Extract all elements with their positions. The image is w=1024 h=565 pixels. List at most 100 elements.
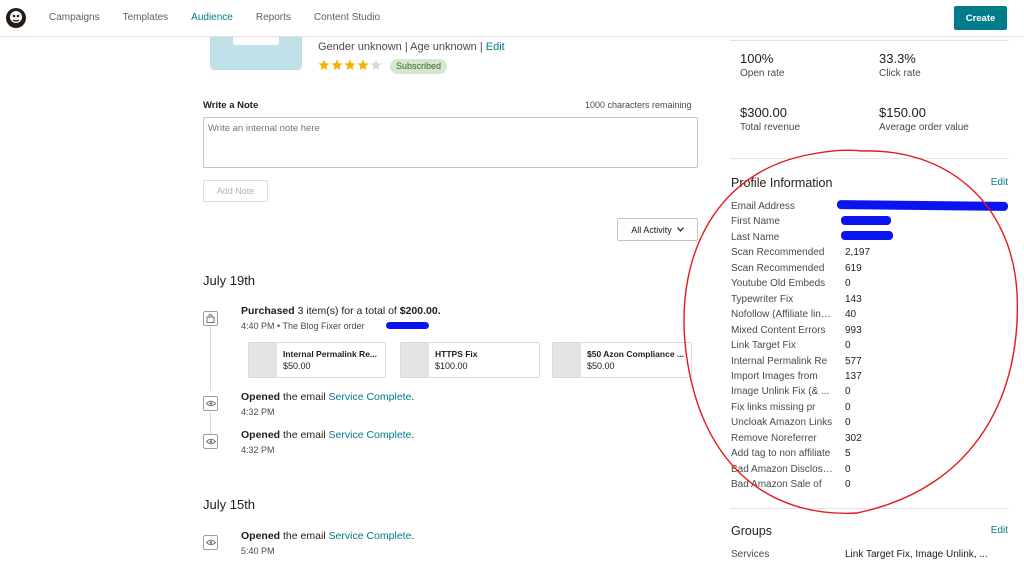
campaign-link[interactable]: Service Complete xyxy=(329,530,412,542)
profile-field-row: Mixed Content Errors 993 xyxy=(731,325,1011,340)
groups-title: Groups xyxy=(731,524,772,538)
timeline-date: July 19th xyxy=(203,273,256,288)
timeline-date: July 15th xyxy=(203,497,256,512)
edit-demographics-link[interactable]: Edit xyxy=(486,41,505,53)
divider xyxy=(730,40,1009,41)
product-name: HTTPS Fix xyxy=(435,349,478,359)
divider xyxy=(730,508,1009,509)
group-value: Link Target Fix, Image Unlink, ... xyxy=(845,549,988,560)
profile-field-label: Link Target Fix xyxy=(731,340,796,352)
open-rate-value: 100% xyxy=(740,51,774,66)
profile-field-value: 5 xyxy=(845,448,851,460)
mailchimp-logo-icon[interactable] xyxy=(4,6,28,30)
product-thumbnail xyxy=(249,343,277,377)
product-price: $100.00 xyxy=(435,361,468,371)
profile-field-label: Internal Permalink Re xyxy=(731,355,828,367)
revenue-value: $300.00 xyxy=(740,105,787,120)
profile-field-label: Last Name xyxy=(731,231,780,243)
profile-field-row: Image Unlink Fix (& ... 0 xyxy=(731,386,1011,401)
open-event-time: 4:32 PM xyxy=(241,445,275,455)
profile-field-label: Scan Recommended xyxy=(731,247,825,259)
profile-field-row: Bad Amazon Disclosure 0 xyxy=(731,464,1011,479)
star-icon[interactable] xyxy=(370,59,382,71)
profile-field-value: 577 xyxy=(845,355,862,367)
profile-field-value: 0 xyxy=(845,463,851,475)
profile-field-row: Link Target Fix 0 xyxy=(731,340,1011,355)
activity-filter-label: All Activity xyxy=(631,224,672,235)
timeline-connector xyxy=(210,412,211,434)
profile-field-row: Uncloak Amazon Links 0 xyxy=(731,417,1011,432)
product-name: $50 Azon Compliance ... xyxy=(587,349,684,359)
profile-field-value: 619 xyxy=(845,262,862,274)
nav-reports[interactable]: Reports xyxy=(256,12,291,23)
product-card[interactable]: HTTPS Fix $100.00 xyxy=(400,342,540,378)
product-card[interactable]: Internal Permalink Re... $50.00 xyxy=(248,342,386,378)
profile-field-label: Mixed Content Errors xyxy=(731,324,826,336)
group-row: Services Link Target Fix, Image Unlink, … xyxy=(731,549,1011,564)
profile-field-row: Fix links missing pr 0 xyxy=(731,402,1011,417)
product-thumbnail xyxy=(553,343,581,377)
eye-icon xyxy=(203,434,218,449)
profile-field-row: Youtube Old Embeds 0 xyxy=(731,278,1011,293)
star-icon[interactable] xyxy=(357,59,369,71)
profile-field-row: Scan Recommended 619 xyxy=(731,263,1011,278)
click-rate-value: 33.3% xyxy=(879,51,916,66)
profile-field-label: Nofollow (Affiliate links) xyxy=(731,309,834,321)
star-icon[interactable] xyxy=(318,59,330,71)
profile-field-label: First Name xyxy=(731,216,780,228)
profile-field-value: 2,197 xyxy=(845,247,871,259)
profile-field-label: Fix links missing pr xyxy=(731,401,816,413)
profile-field-value: 137 xyxy=(845,370,862,382)
profile-field-row: Internal Permalink Re 577 xyxy=(731,356,1011,371)
profile-field-value: 302 xyxy=(845,432,862,444)
profile-field-row: Import Images from 137 xyxy=(731,371,1011,386)
product-price: $50.00 xyxy=(283,361,311,371)
profile-info-title: Profile Information xyxy=(731,176,833,190)
profile-field-row: Nofollow (Affiliate links) 40 xyxy=(731,309,1011,324)
aov-label: Average order value xyxy=(879,122,969,133)
profile-field-row: Add tag to non affiliate 5 xyxy=(731,448,1011,463)
main-nav: Campaigns Templates Audience Reports Content… xyxy=(49,12,403,23)
campaign-link[interactable]: Service Complete xyxy=(329,429,412,441)
profile-field-label: Scan Recommended xyxy=(731,262,825,274)
note-label: Write a Note xyxy=(203,100,259,111)
profile-field-label: Youtube Old Embeds xyxy=(731,278,826,290)
gender-age-text: Gender unknown | Age unknown | xyxy=(318,41,486,53)
product-thumbnail xyxy=(401,343,429,377)
profile-field-value: 0 xyxy=(845,278,851,290)
revenue-label: Total revenue xyxy=(740,122,801,133)
create-button[interactable]: Create xyxy=(954,6,1007,30)
nav-campaigns[interactable]: Campaigns xyxy=(49,12,100,23)
profile-field-label: Image Unlink Fix (& ... xyxy=(731,386,830,398)
profile-field-label: Uncloak Amazon Links xyxy=(731,417,833,429)
nav-audience[interactable]: Audience xyxy=(191,12,233,23)
gender-age-info: Gender unknown | Age unknown | Edit xyxy=(318,41,505,53)
chars-remaining: 1000 characters remaining xyxy=(585,100,692,110)
star-icon[interactable] xyxy=(344,59,356,71)
status-badge: Subscribed xyxy=(390,59,448,74)
star-icon[interactable] xyxy=(331,59,343,71)
edit-groups-link[interactable]: Edit xyxy=(991,525,1008,536)
aov-value: $150.00 xyxy=(879,105,926,120)
profile-field-row: Typewriter Fix 143 xyxy=(731,294,1011,309)
contact-rating xyxy=(318,59,382,71)
nav-content-studio[interactable]: Content Studio xyxy=(314,12,380,23)
activity-filter-dropdown[interactable]: All Activity xyxy=(617,218,698,241)
group-label: Services xyxy=(731,549,770,560)
nav-templates[interactable]: Templates xyxy=(123,12,169,23)
redaction-mark xyxy=(386,322,429,329)
add-note-button[interactable]: Add Note xyxy=(203,180,268,202)
open-event-time: 5:40 PM xyxy=(241,546,275,556)
campaign-link[interactable]: Service Complete xyxy=(329,391,412,403)
redaction-mark xyxy=(841,231,893,240)
product-card[interactable]: $50 Azon Compliance ... $50.00 xyxy=(552,342,692,378)
profile-field-label: Add tag to non affiliate xyxy=(731,448,831,460)
edit-profile-link[interactable]: Edit xyxy=(991,177,1008,188)
note-textarea[interactable] xyxy=(203,117,698,168)
profile-field-value: 993 xyxy=(845,324,862,336)
profile-field-row: Bad Amazon Sale of 0 xyxy=(731,479,1011,494)
purchase-event-meta: 4:40 PM • The Blog Fixer order xyxy=(241,321,365,331)
product-price: $50.00 xyxy=(587,361,615,371)
profile-field-label: Remove Noreferrer xyxy=(731,432,817,444)
open-rate-label: Open rate xyxy=(740,68,785,79)
